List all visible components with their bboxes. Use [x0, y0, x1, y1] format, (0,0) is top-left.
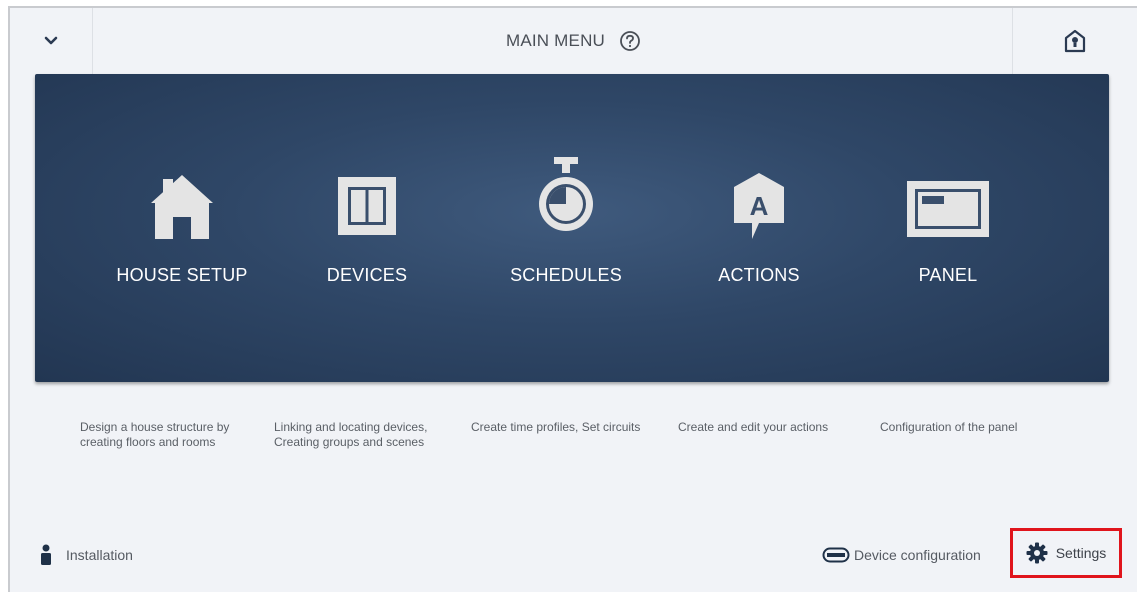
- switch-icon: [338, 177, 396, 235]
- page-title: MAIN MENU: [505, 31, 606, 50]
- tile-description: Linking and locating devices, Creating g…: [274, 420, 428, 449]
- settings-button[interactable]: Settings: [1010, 528, 1122, 578]
- device-configuration-button[interactable]: Device configuration: [822, 538, 981, 572]
- chevron-down-icon: [44, 36, 58, 45]
- tile-label: HOUSE SETUP: [116, 265, 248, 285]
- main-menu-panel: HOUSE SETUP DEVICES SCHEDULES A ACTIONS …: [35, 74, 1109, 382]
- tile-label: PANEL: [918, 265, 978, 285]
- device-configuration-label: Device configuration: [854, 547, 981, 563]
- tile-description: Configuration of the panel: [880, 420, 1018, 434]
- device-icon: [822, 547, 850, 563]
- tile-label: ACTIONS: [718, 265, 800, 285]
- house-icon: [151, 175, 213, 239]
- panel-icon: [907, 181, 989, 237]
- gear-icon: [1026, 542, 1048, 564]
- action-icon: A: [734, 173, 784, 239]
- header-bar: MAIN MENU: [10, 8, 1137, 74]
- help-icon[interactable]: [619, 30, 641, 52]
- tile-actions[interactable]: A ACTIONS: [669, 169, 849, 329]
- tile-schedules[interactable]: SCHEDULES: [476, 157, 656, 329]
- installation-button[interactable]: Installation: [40, 538, 133, 572]
- tile-description: Create time profiles, Set circuits: [471, 420, 641, 434]
- collapse-button[interactable]: [10, 8, 93, 74]
- app-window: MAIN MENU HOUSE SETUP DEVICES SCHEDULES …: [8, 6, 1137, 592]
- tile-house-setup[interactable]: HOUSE SETUP: [92, 169, 272, 329]
- house-info-button[interactable]: [1012, 8, 1137, 74]
- tile-panel[interactable]: PANEL: [858, 169, 1038, 329]
- house-info-icon: [1064, 29, 1086, 53]
- tile-label: DEVICES: [326, 265, 408, 285]
- installation-label: Installation: [66, 547, 133, 563]
- svg-text:A: A: [750, 191, 769, 221]
- timer-icon: [539, 157, 593, 231]
- tile-description: Create and edit your actions: [678, 420, 829, 434]
- tile-label: SCHEDULES: [510, 265, 622, 285]
- tile-devices[interactable]: DEVICES: [277, 169, 457, 329]
- settings-label: Settings: [1055, 545, 1107, 561]
- tile-description: Design a house structure by creating flo…: [80, 420, 230, 449]
- person-icon: [41, 544, 51, 565]
- title-area: MAIN MENU: [10, 8, 1137, 74]
